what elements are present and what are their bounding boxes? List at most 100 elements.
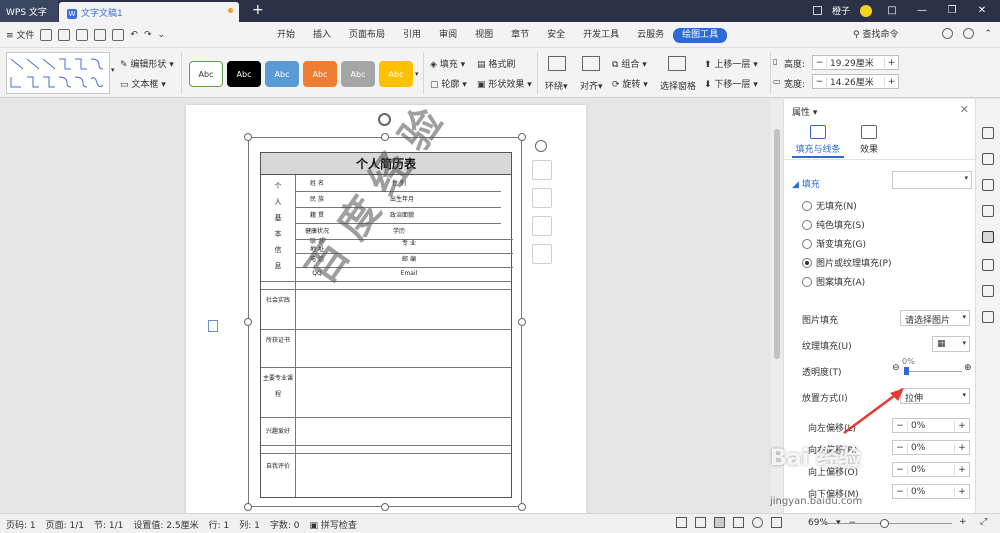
resize-handle[interactable] xyxy=(244,503,252,511)
spell-check-button[interactable]: ▣ 拼写检查 xyxy=(310,518,357,531)
zoom-in-button[interactable]: + xyxy=(959,517,967,527)
offset-bottom-field[interactable]: −0% + xyxy=(892,484,970,499)
radio-button-selected[interactable] xyxy=(802,257,812,268)
tab-home[interactable]: 开始 xyxy=(268,28,304,43)
close-button[interactable]: ✕ xyxy=(972,5,992,16)
lock-icon[interactable] xyxy=(982,179,994,191)
edit-icon[interactable] xyxy=(982,127,994,139)
status-section[interactable]: 节: 1/1 xyxy=(94,518,123,531)
share-icon[interactable] xyxy=(982,311,994,323)
fill-section-header[interactable]: ◢ 填充 xyxy=(792,177,820,190)
export-pdf-icon[interactable] xyxy=(76,28,89,41)
minimize-button[interactable]: — xyxy=(912,5,932,16)
redo-icon[interactable]: ↷ xyxy=(144,30,152,40)
status-setting[interactable]: 设置值: 2.5厘米 xyxy=(133,518,198,531)
send-backward-button[interactable]: ⬇ 下移一层 ▾ xyxy=(704,77,758,90)
settings-icon[interactable] xyxy=(963,28,975,39)
placement-select[interactable]: 拉伸 ▾ xyxy=(900,388,970,404)
tab-view[interactable]: 视图 xyxy=(466,28,502,43)
style-preset-2[interactable]: Abc xyxy=(227,61,261,87)
rotate-button[interactable]: ⟳ 旋转 ▾ xyxy=(612,77,648,90)
paragraph-layout-icon[interactable] xyxy=(208,320,218,332)
tab-fill-and-line[interactable]: 填充与线条 xyxy=(792,125,844,155)
tab-effect[interactable]: 效果 xyxy=(854,125,884,155)
shape-outline-icon[interactable] xyxy=(532,188,552,208)
radio-picture-fill[interactable]: 图片或纹理填充(P) xyxy=(802,256,891,269)
fill-preview-select[interactable]: ▾ xyxy=(892,171,972,189)
tab-insert[interactable]: 插入 xyxy=(304,28,340,43)
style-preset-5[interactable]: Abc xyxy=(341,61,375,87)
print-icon[interactable] xyxy=(94,28,107,41)
format-painter-button[interactable]: ▤ 格式刷 xyxy=(477,57,515,70)
transparency-decrease-icon[interactable]: ⊖ xyxy=(892,363,900,373)
restore-button[interactable]: ❐ xyxy=(942,5,962,16)
transparency-slider-knob[interactable] xyxy=(904,367,909,375)
more-icon[interactable]: ⌃ xyxy=(984,29,992,39)
height-increase-icon[interactable]: + xyxy=(884,57,898,68)
line-shape-gallery[interactable] xyxy=(6,52,110,94)
style-preset-1[interactable]: Abc xyxy=(189,61,223,87)
plus-icon[interactable]: + xyxy=(955,443,969,453)
wrap-button[interactable]: 环绕▾ xyxy=(545,79,568,92)
style-preset-3[interactable]: Abc xyxy=(265,61,299,87)
tablet-mode-icon[interactable] xyxy=(812,6,822,15)
fullscreen-icon[interactable] xyxy=(676,517,687,528)
gallery-more-icon[interactable]: ▾ xyxy=(111,66,115,74)
minus-icon[interactable]: − xyxy=(893,443,907,453)
offset-top-field[interactable]: −0% + xyxy=(892,462,970,477)
tab-chapter[interactable]: 章节 xyxy=(502,28,538,43)
page-view-icon[interactable] xyxy=(714,517,725,528)
tab-security[interactable]: 安全 xyxy=(538,28,574,43)
radio-solid-fill[interactable]: 纯色填充(S) xyxy=(802,218,865,231)
width-value[interactable]: 14.26厘米 xyxy=(827,75,884,88)
outline-view-icon[interactable] xyxy=(733,517,744,528)
texture-fill-select[interactable]: ▦ ▾ xyxy=(932,336,970,352)
document-tab[interactable]: W 文字文稿1 xyxy=(59,2,239,22)
fill-button[interactable]: ◈ 填充 ▾ xyxy=(430,57,465,70)
radio-button[interactable] xyxy=(802,276,812,287)
print-preview-icon[interactable] xyxy=(112,28,125,41)
height-value[interactable]: 19.29厘米 xyxy=(827,56,884,69)
feedback-icon[interactable] xyxy=(942,28,954,39)
plus-icon[interactable]: + xyxy=(955,487,969,497)
resize-handle[interactable] xyxy=(518,503,526,511)
tab-developer[interactable]: 开发工具 xyxy=(574,28,628,43)
width-increase-icon[interactable]: + xyxy=(884,76,898,87)
height-field[interactable]: − 19.29厘米 + xyxy=(812,55,899,70)
scroll-thumb[interactable] xyxy=(774,129,780,359)
style-preset-6[interactable]: Abc xyxy=(379,61,413,87)
width-field[interactable]: − 14.26厘米 + xyxy=(812,74,899,89)
status-page-code[interactable]: 页码: 1 xyxy=(6,518,36,531)
app-tab[interactable]: WPS 文字 xyxy=(0,0,58,22)
tab-review[interactable]: 审阅 xyxy=(430,28,466,43)
plus-icon[interactable]: + xyxy=(955,421,969,431)
minus-icon[interactable]: − xyxy=(893,487,907,497)
radio-gradient-fill[interactable]: 渐变填充(G) xyxy=(802,237,866,250)
status-col[interactable]: 列: 1 xyxy=(239,518,260,531)
open-icon[interactable] xyxy=(40,28,53,41)
radio-button[interactable] xyxy=(802,200,812,211)
offset-top-value[interactable]: 0% xyxy=(907,464,955,475)
shape-fill-icon[interactable] xyxy=(532,216,552,236)
status-pages[interactable]: 页面: 1/1 xyxy=(46,518,84,531)
height-decrease-icon[interactable]: − xyxy=(813,57,827,68)
properties-icon[interactable] xyxy=(982,231,994,243)
layout-options-icon[interactable] xyxy=(532,160,552,180)
tab-references[interactable]: 引用 xyxy=(394,28,430,43)
offset-right-field[interactable]: −0% + xyxy=(892,440,970,455)
status-row[interactable]: 行: 1 xyxy=(209,518,230,531)
zoom-slider-knob[interactable] xyxy=(880,519,889,528)
transparency-increase-icon[interactable]: ⊕ xyxy=(964,363,972,373)
radio-button[interactable] xyxy=(802,219,812,230)
user-name[interactable]: 橙子 xyxy=(832,4,850,17)
offset-bottom-value[interactable]: 0% xyxy=(907,486,955,497)
plus-icon[interactable]: + xyxy=(955,465,969,475)
picture-fill-select[interactable]: 请选择图片 ▾ xyxy=(900,310,970,326)
tab-drawing-tools[interactable]: 绘图工具 xyxy=(673,28,728,43)
offset-left-value[interactable]: 0% xyxy=(907,420,955,431)
style-gallery-more-icon[interactable]: ▾ xyxy=(415,70,419,78)
search-command[interactable]: ⚲ 查找命令 xyxy=(853,27,898,40)
style-preset-4[interactable]: Abc xyxy=(303,61,337,87)
resize-handle[interactable] xyxy=(244,133,252,141)
transparency-slider[interactable] xyxy=(904,371,962,372)
